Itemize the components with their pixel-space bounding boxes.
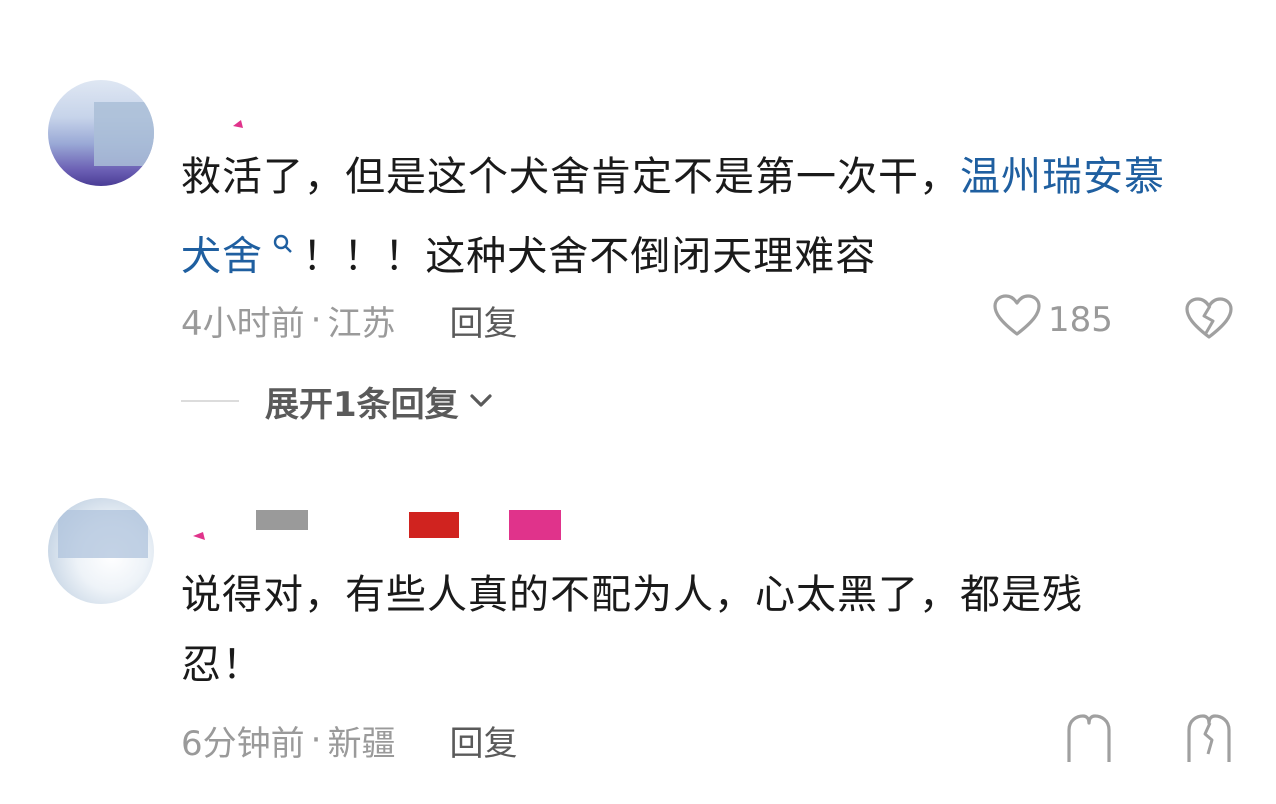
expand-replies-label: 展开1条回复 [265, 384, 459, 425]
username-redacted[interactable] [181, 108, 261, 138]
comment-text: 救活了，但是这个犬舍肯定不是第一次干，温州瑞安慕 犬舍 ！！！这种犬舍不倒闭天理… [181, 154, 1206, 280]
divider-line [181, 400, 239, 402]
avatar[interactable] [48, 80, 154, 186]
comment-text-line-2: 忍！ [181, 642, 263, 688]
reply-button[interactable]: 回复 [449, 296, 517, 345]
reply-button[interactable]: 回复 [449, 716, 517, 765]
comment-meta: 6分钟前 · 新疆 回复 [181, 716, 517, 765]
location: 江苏 [327, 303, 396, 344]
comment-meta: 4小时前 · 江苏 回复 [181, 296, 517, 345]
meta-separator: · [310, 300, 322, 340]
dislike-button[interactable] [1184, 714, 1234, 768]
broken-heart-icon [1184, 297, 1234, 345]
chevron-down-icon [469, 393, 493, 409]
like-button[interactable]: 185 [992, 293, 1113, 347]
like-button[interactable] [1064, 714, 1114, 773]
heart-outline-icon [992, 293, 1042, 347]
dislike-button[interactable] [1184, 297, 1234, 345]
avatar[interactable] [48, 498, 154, 604]
heart-outline-icon [1064, 714, 1114, 773]
meta-separator: · [310, 720, 322, 760]
comment-text: 说得对，有些人真的不配为人，心太黑了，都是残 忍！ [181, 560, 1221, 700]
like-count: 185 [1048, 300, 1113, 340]
broken-heart-icon [1184, 714, 1234, 768]
comment-text-line-1: 说得对，有些人真的不配为人，心太黑了，都是残 [181, 572, 1083, 618]
search-icon[interactable] [263, 233, 302, 261]
timestamp: 6分钟前 [181, 723, 305, 764]
timestamp: 4小时前 [181, 303, 305, 344]
username-redacted[interactable] [181, 506, 571, 546]
expand-replies-button[interactable]: 展开1条回复 [181, 378, 493, 425]
location: 新疆 [327, 723, 396, 764]
